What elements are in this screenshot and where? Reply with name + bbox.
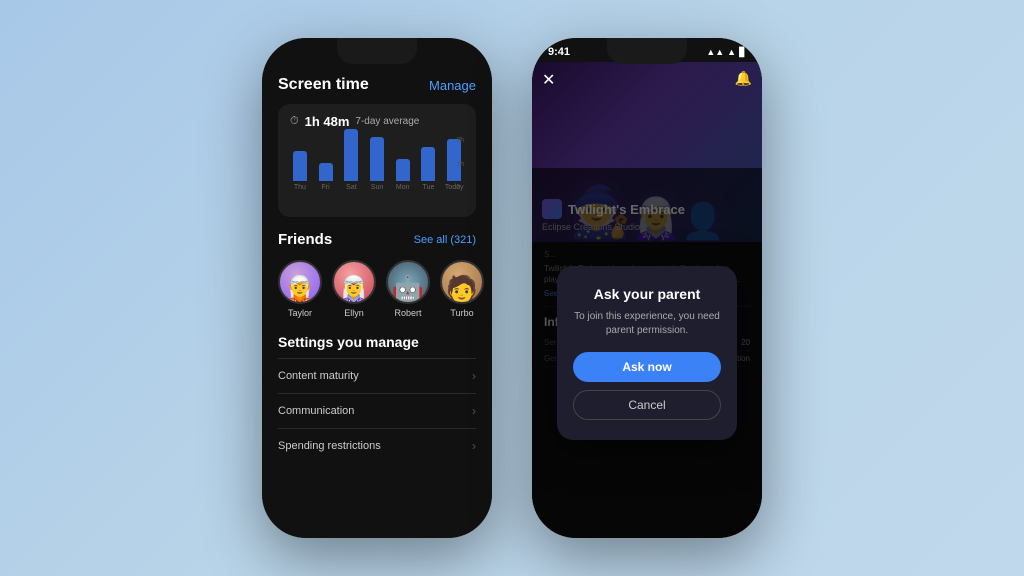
taylor-figure-icon: 🧝 bbox=[284, 276, 316, 302]
signal-icon: ▲▲ bbox=[706, 47, 724, 57]
ask-parent-modal: Ask your parent To join this experience,… bbox=[557, 266, 737, 440]
friends-row: 🧝 Taylor 🧝‍♀️ Ellyn 🤖 Ro bbox=[278, 260, 476, 318]
bar-tue: Tue bbox=[419, 147, 439, 191]
bar-thu-label: Thu bbox=[294, 184, 306, 191]
notification-button[interactable]: 🔔 bbox=[735, 70, 752, 87]
stats-avg: ⏱ 1h 48m 7-day average bbox=[290, 114, 464, 129]
bar-chart: Thu Fri Sat Sun bbox=[290, 137, 464, 207]
screen-time-title: Screen time bbox=[278, 76, 369, 94]
manage-button[interactable]: Manage bbox=[429, 78, 476, 93]
stats-card: ⏱ 1h 48m 7-day average Thu Fri bbox=[278, 104, 476, 217]
battery-icon: ▊ bbox=[739, 47, 746, 58]
settings-item-spending[interactable]: Spending restrictions › bbox=[278, 428, 476, 463]
settings-item-communication[interactable]: Communication › bbox=[278, 393, 476, 428]
cancel-button[interactable]: Cancel bbox=[573, 390, 721, 420]
right-phone: 9:41 ▲▲ ▲ ▊ 🧙 🧝‍♀️ 👤 ✕ 🔔 bbox=[532, 38, 762, 538]
chevron-communication-icon: › bbox=[472, 404, 476, 418]
bar-tue-label: Tue bbox=[423, 184, 435, 191]
stats-time: 1h 48m bbox=[305, 114, 350, 129]
left-phone-screen: Screen time Manage ⏱ 1h 48m 7-day averag… bbox=[262, 38, 492, 538]
communication-label: Communication bbox=[278, 405, 354, 417]
close-button[interactable]: ✕ bbox=[542, 70, 555, 90]
friend-name-ellyn: Ellyn bbox=[344, 308, 364, 318]
status-bar: 9:41 ▲▲ ▲ ▊ bbox=[532, 38, 762, 62]
bar-tue-fill bbox=[421, 147, 435, 181]
bar-mon-label: Mon bbox=[396, 184, 410, 191]
turbo-figure-icon: 🧑 bbox=[446, 276, 478, 302]
bar-sat-fill bbox=[344, 129, 358, 181]
status-icons: ▲▲ ▲ ▊ bbox=[706, 47, 746, 58]
wifi-icon: ▲ bbox=[727, 47, 736, 57]
friend-avatar-robert: 🤖 bbox=[386, 260, 430, 304]
friend-name-taylor: Taylor bbox=[288, 308, 312, 318]
settings-item-content[interactable]: Content maturity › bbox=[278, 358, 476, 393]
clock-icon: ⏱ bbox=[290, 115, 299, 128]
bar-fri: Fri bbox=[316, 163, 336, 191]
spending-restrictions-label: Spending restrictions bbox=[278, 440, 381, 452]
bar-fri-fill bbox=[319, 163, 333, 181]
stats-label: 7-day average bbox=[355, 116, 419, 127]
friend-avatar-taylor: 🧝 bbox=[278, 260, 322, 304]
friend-name-robert: Robert bbox=[394, 308, 421, 318]
chevron-spending-icon: › bbox=[472, 439, 476, 453]
chart-y-labels: 2h 1h 0 bbox=[456, 137, 464, 191]
friend-avatar-turbo: 🧑 bbox=[440, 260, 484, 304]
bar-thu-fill bbox=[293, 151, 307, 181]
friends-header: Friends See all (321) bbox=[278, 231, 476, 248]
y-label-1h: 1h bbox=[456, 161, 464, 168]
phones-container: Screen time Manage ⏱ 1h 48m 7-day averag… bbox=[262, 38, 762, 538]
ask-now-button[interactable]: Ask now bbox=[573, 352, 721, 382]
friend-taylor: 🧝 Taylor bbox=[278, 260, 322, 318]
modal-title: Ask your parent bbox=[573, 286, 721, 302]
screen-time-header: Screen time Manage bbox=[278, 76, 476, 94]
chevron-content-icon: › bbox=[472, 369, 476, 383]
content-maturity-label: Content maturity bbox=[278, 370, 359, 382]
y-label-0: 0 bbox=[456, 184, 464, 191]
bar-sun: Sun bbox=[367, 137, 387, 191]
modal-overlay: Ask your parent To join this experience,… bbox=[532, 168, 762, 538]
settings-section: Settings you manage Content maturity › C… bbox=[278, 334, 476, 463]
friend-ellyn: 🧝‍♀️ Ellyn bbox=[332, 260, 376, 318]
bar-fri-label: Fri bbox=[321, 184, 329, 191]
bar-thu: Thu bbox=[290, 151, 310, 191]
left-phone: Screen time Manage ⏱ 1h 48m 7-day averag… bbox=[262, 38, 492, 538]
friend-name-turbo: Turbo bbox=[450, 308, 473, 318]
ellyn-figure-icon: 🧝‍♀️ bbox=[338, 276, 370, 302]
robert-figure-icon: 🤖 bbox=[392, 276, 424, 302]
friend-avatar-ellyn: 🧝‍♀️ bbox=[332, 260, 376, 304]
friend-robert: 🤖 Robert bbox=[386, 260, 430, 318]
bar-sat: Sat bbox=[341, 129, 361, 191]
see-all-button[interactable]: See all (321) bbox=[414, 234, 476, 246]
friends-title: Friends bbox=[278, 231, 332, 248]
right-phone-screen: 9:41 ▲▲ ▲ ▊ 🧙 🧝‍♀️ 👤 ✕ 🔔 bbox=[532, 38, 762, 538]
y-label-2h: 2h bbox=[456, 137, 464, 144]
screen-time-content: Screen time Manage ⏱ 1h 48m 7-day averag… bbox=[262, 76, 492, 463]
bar-sat-label: Sat bbox=[346, 184, 357, 191]
bar-mon: Mon bbox=[393, 159, 413, 191]
bar-mon-fill bbox=[396, 159, 410, 181]
bar-sun-fill bbox=[370, 137, 384, 181]
bar-sun-label: Sun bbox=[371, 184, 383, 191]
settings-title: Settings you manage bbox=[278, 334, 476, 350]
status-time: 9:41 bbox=[548, 46, 570, 58]
friend-turbo: 🧑 Turbo bbox=[440, 260, 484, 318]
modal-description: To join this experience, you need parent… bbox=[573, 310, 721, 338]
